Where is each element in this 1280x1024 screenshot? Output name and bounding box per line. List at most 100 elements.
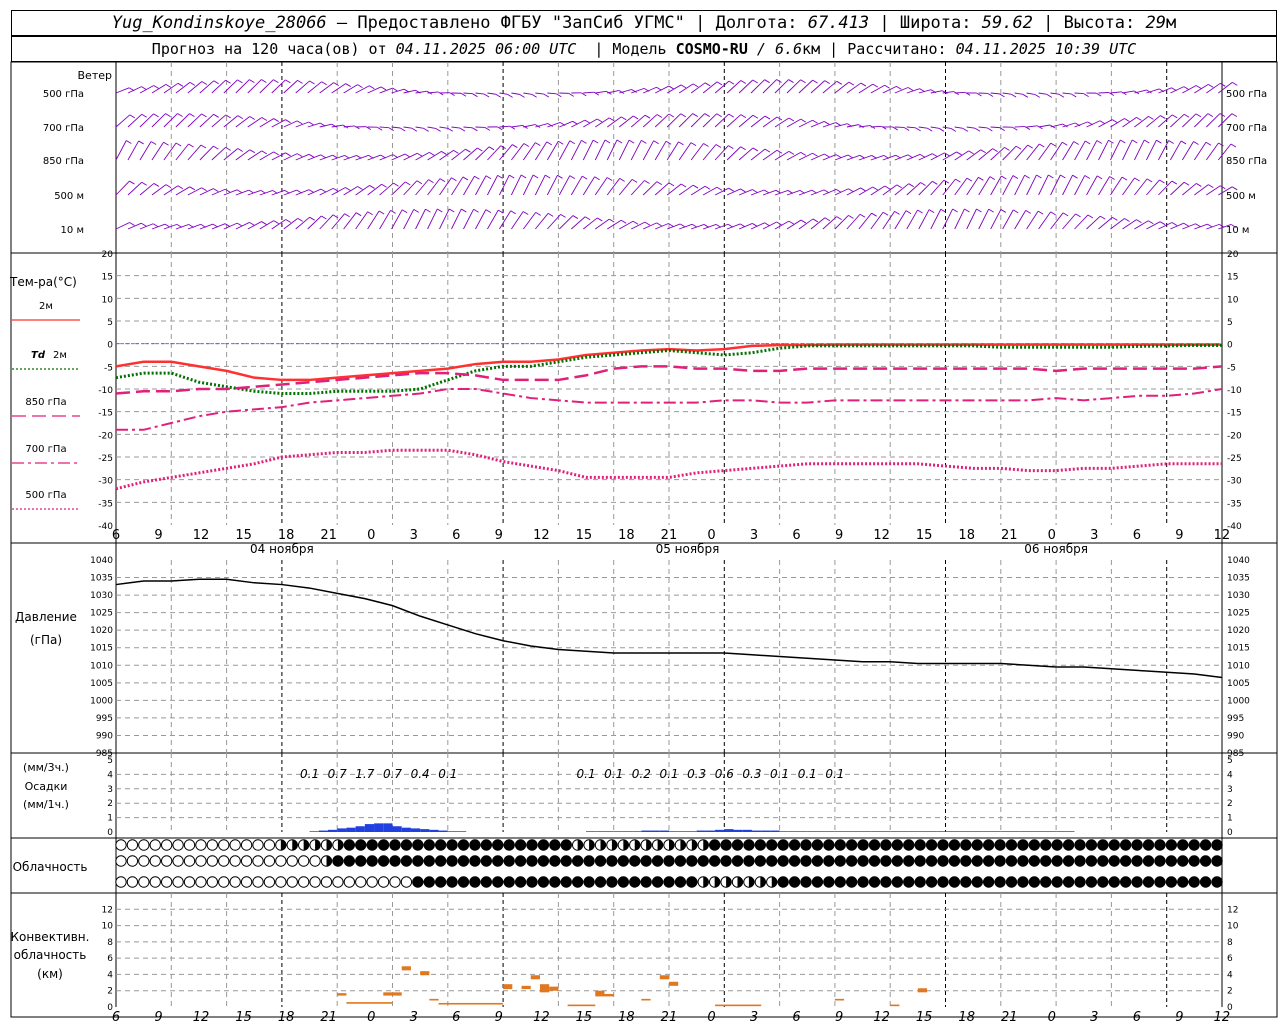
wind-barb-feather xyxy=(740,146,746,151)
wind-barb xyxy=(990,92,1000,95)
wind-barb-feather xyxy=(740,188,746,193)
wind-barb xyxy=(187,187,202,196)
wind-barb xyxy=(810,121,825,128)
wind-barb-feather xyxy=(932,153,938,158)
cloud-clear-icon xyxy=(297,855,310,867)
temp-legend-label: 500 гПа xyxy=(25,490,66,501)
temp-tick-label: 15 xyxy=(102,273,113,283)
wind-barb-feather xyxy=(141,222,147,227)
wind-barb xyxy=(475,209,487,230)
wind-barb-feather xyxy=(163,141,169,146)
wind-barb-feather xyxy=(950,127,957,132)
precip-bar xyxy=(318,830,328,832)
wind-barb-feather xyxy=(461,208,467,213)
temp-legend-td: Td xyxy=(31,350,46,361)
temp-tick-label: 5 xyxy=(107,318,113,328)
temp-tick-label-right: 10 xyxy=(1227,295,1239,305)
wind-barb xyxy=(1038,92,1047,95)
bottom-time-tick-label: 9 xyxy=(1175,1010,1183,1024)
cloud-clear-icon xyxy=(240,876,253,888)
cloud-overcast-icon xyxy=(948,839,961,851)
wind-barb-feather xyxy=(138,140,144,145)
wind-barb xyxy=(307,122,321,128)
wind-barb-feather xyxy=(1171,222,1178,226)
pressure-tick-label-right: 1025 xyxy=(1227,609,1250,619)
precip-bar xyxy=(1010,831,1020,832)
wind-barb-feather xyxy=(703,143,709,147)
wind-barb xyxy=(1026,125,1038,128)
time-tick-label: 3 xyxy=(410,528,418,543)
wind-barb xyxy=(642,140,655,161)
cloud-overcast-icon xyxy=(1051,839,1063,851)
wind-barb-feather xyxy=(261,150,268,155)
wind-barb xyxy=(918,180,933,196)
precip-bar xyxy=(1046,831,1057,832)
wind-barb-feather xyxy=(357,186,363,190)
precip-bar xyxy=(678,831,688,832)
wind-barb xyxy=(774,150,790,161)
bottom-time-tick-label: 6 xyxy=(112,1010,120,1024)
cloud-partial-fill xyxy=(703,839,709,851)
cloud-overcast-icon xyxy=(800,876,812,888)
wind-barb-feather xyxy=(1232,81,1238,86)
bottom-time-tick-label: 9 xyxy=(835,1010,843,1024)
wind-barb xyxy=(834,81,850,94)
wind-barb xyxy=(1098,176,1110,196)
precip-bar xyxy=(1019,831,1029,832)
wind-barb xyxy=(283,120,298,128)
wind-barb-feather xyxy=(764,115,771,120)
precip-bar xyxy=(1037,831,1047,832)
wind-level-label-right: 500 гПа xyxy=(1226,89,1267,100)
wind-barb-feather xyxy=(545,174,551,179)
conv-tick-label: 2 xyxy=(107,987,113,997)
cloud-overcast-icon xyxy=(834,855,846,867)
wind-barb xyxy=(870,84,885,94)
cloud-overcast-icon xyxy=(1131,855,1143,867)
wind-barb-feather xyxy=(213,80,219,85)
wind-barb xyxy=(1002,175,1014,196)
wind-barb xyxy=(678,113,694,128)
convective-bar xyxy=(917,988,928,993)
bottom-time-tick-label: 6 xyxy=(1133,1010,1141,1024)
wind-barb-feather xyxy=(1148,220,1154,225)
pressure-tick-label-right: 1010 xyxy=(1227,661,1250,671)
cloud-overcast-icon xyxy=(640,876,652,888)
wind-barb xyxy=(1014,175,1026,196)
cloud-clear-icon xyxy=(149,839,161,851)
wind-barb-feather xyxy=(416,152,423,157)
wind-barb xyxy=(630,114,646,128)
conv-tick-label: 4 xyxy=(107,970,113,980)
cloud-overcast-icon xyxy=(1188,876,1200,888)
wind-barb xyxy=(355,211,368,230)
wind-level-label: 10 м xyxy=(61,225,84,236)
cloud-overcast-icon xyxy=(857,876,869,888)
precip-bar xyxy=(346,827,356,832)
wind-barb-feather xyxy=(952,208,958,213)
wind-barb xyxy=(499,144,513,161)
wind-barb-feather xyxy=(474,175,480,180)
cloud-clear-icon xyxy=(138,839,150,851)
wind-barb-feather xyxy=(1218,142,1224,147)
cloud-clear-icon xyxy=(286,855,298,867)
wind-barb xyxy=(463,176,475,196)
wind-barb-feather xyxy=(788,79,794,83)
wind-barb-feather xyxy=(1050,142,1056,147)
cloud-clear-icon xyxy=(115,876,127,888)
wind-barb xyxy=(1134,139,1145,161)
temp-tick-label: -15 xyxy=(98,409,113,419)
precip-bar xyxy=(927,831,937,832)
wind-barb xyxy=(966,177,979,196)
wind-barb-feather xyxy=(1195,85,1202,89)
cloud-clear-icon xyxy=(160,876,173,888)
pressure-tick-label-right: 995 xyxy=(1227,714,1244,724)
wind-barb-feather xyxy=(153,85,159,89)
temp-tick-label-right: -10 xyxy=(1227,386,1242,396)
cloud-overcast-icon xyxy=(526,855,538,867)
wind-barb-feather xyxy=(680,84,687,89)
cloud-overcast-icon xyxy=(686,876,698,888)
cloud-overcast-icon xyxy=(823,839,835,851)
wind-barb-feather xyxy=(581,139,587,144)
temp-tick-label-right: -25 xyxy=(1227,454,1242,464)
wind-barb-feather xyxy=(859,213,866,218)
cloud-overcast-icon xyxy=(1028,876,1041,888)
